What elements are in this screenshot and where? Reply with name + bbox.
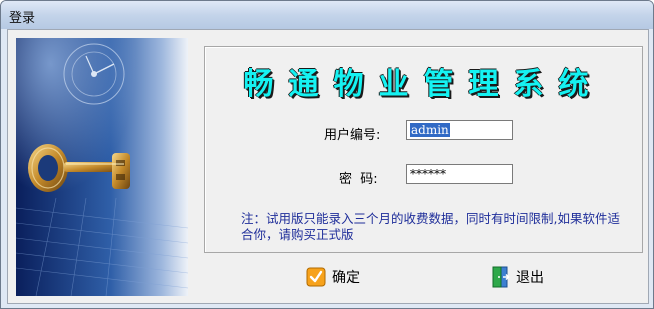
user-id-input[interactable]: admin	[406, 120, 513, 140]
login-panel: 畅通物业管理系统 用户编号: admin 密 码: ****** 注：试用版只能…	[204, 46, 643, 253]
title-bar[interactable]: 登录	[1, 1, 653, 29]
dialog-body: 畅通物业管理系统 用户编号: admin 密 码: ****** 注：试用版只能…	[7, 29, 649, 304]
exit-button[interactable]: 退出	[490, 264, 544, 290]
exit-door-icon	[492, 266, 510, 288]
ok-button[interactable]: 确定	[306, 264, 360, 290]
password-label: 密 码:	[339, 172, 378, 187]
password-value: ******	[410, 167, 446, 181]
trial-notice: 注：试用版只能录入三个月的收费数据，同时有时间限制,如果软件适合你，请购买正式版	[241, 211, 620, 242]
login-window: 登录 畅通物业管理系统 用户编号: admin 密 码: ****** 注：试用…	[0, 0, 654, 309]
system-title: 畅通物业管理系统	[243, 67, 604, 102]
checkmark-icon	[306, 267, 326, 287]
key-banner-image	[16, 38, 188, 296]
key-icon	[16, 38, 188, 296]
window-title: 登录	[9, 11, 36, 26]
user-id-label: 用户编号:	[324, 128, 381, 143]
exit-button-label: 退出	[516, 270, 544, 286]
password-input[interactable]: ******	[406, 164, 513, 184]
ok-button-label: 确定	[332, 270, 360, 286]
user-id-value: admin	[410, 123, 450, 137]
